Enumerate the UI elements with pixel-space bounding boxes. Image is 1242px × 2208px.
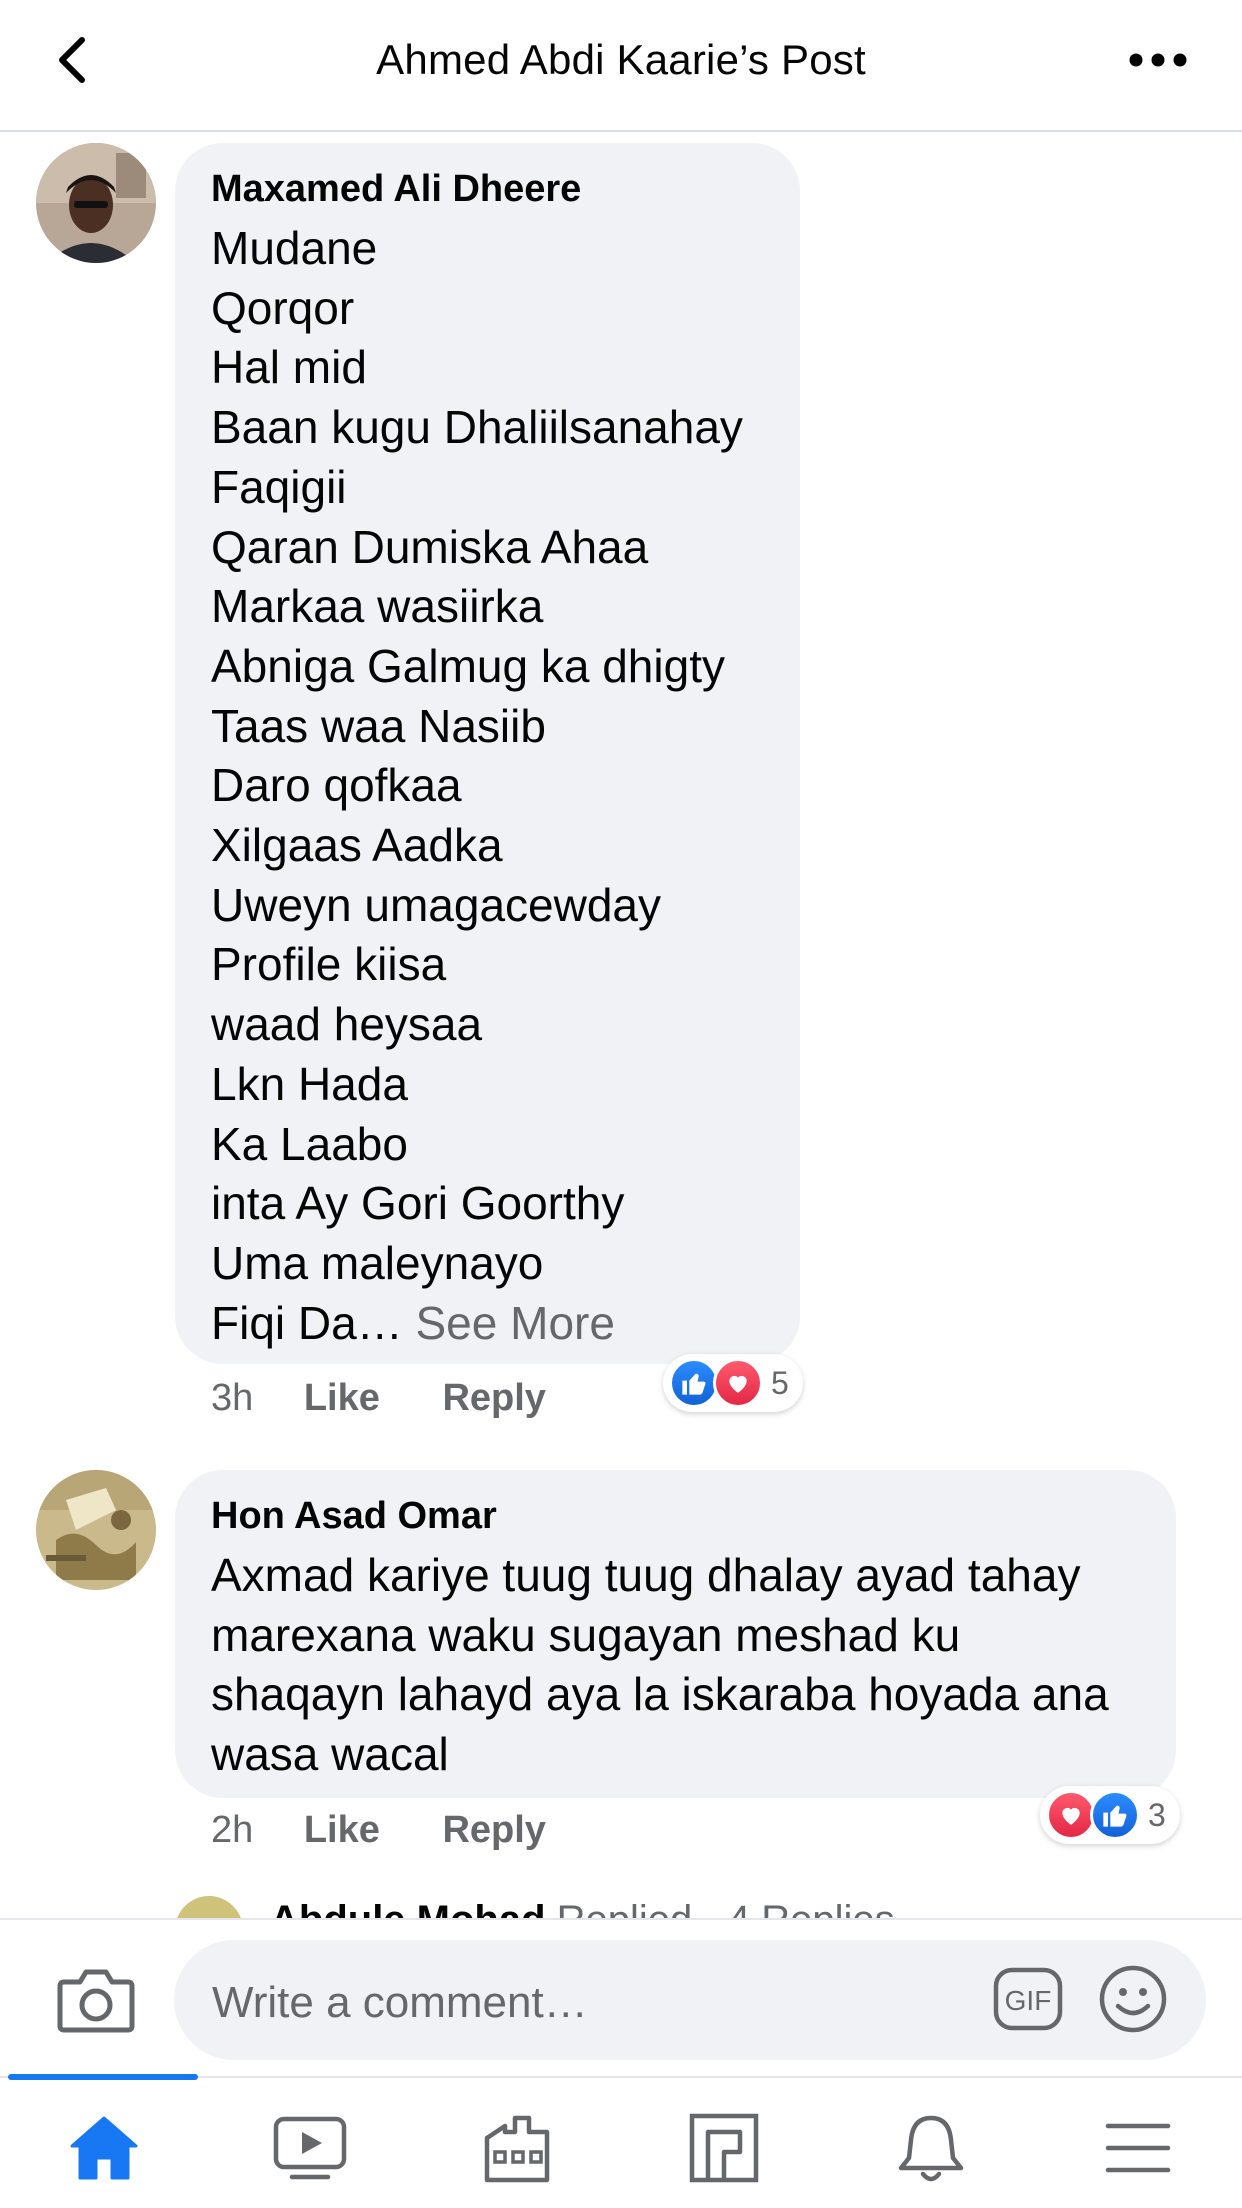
gif-label: GIF (1005, 1985, 1052, 2016)
reaction-count: 3 (1148, 1796, 1166, 1833)
emoji-button[interactable] (1098, 1964, 1168, 2034)
reply-count: Replied · 4 Replies (556, 1898, 895, 1920)
marketplace-icon (484, 2115, 550, 2183)
comment-author[interactable]: Maxamed Ali Dheere (211, 165, 764, 213)
comment-line: shaqayn lahayd aya la iskaraba hoyada an… (211, 1668, 1109, 1721)
tab-watch[interactable] (270, 2108, 350, 2188)
home-icon (70, 2116, 138, 2180)
menu-icon (1105, 2123, 1171, 2173)
avatar[interactable] (36, 1470, 156, 1590)
comment-author[interactable]: Hon Asad Omar (211, 1492, 1140, 1540)
watch-icon (273, 2116, 347, 2180)
comment-line: waad heysaa (211, 998, 483, 1051)
comment-line: Qaran Dumiska Ahaa (211, 520, 649, 573)
comment-last-line: Fiqi Da… See More (211, 1294, 764, 1354)
like-button[interactable]: Like (304, 1376, 380, 1420)
comment-line: inta Ay Gori Goorthy (211, 1177, 625, 1230)
notifications-icon (898, 2115, 964, 2182)
comment-line: Mudane (211, 222, 378, 274)
reaction-count: 5 (771, 1364, 789, 1401)
comment-line: Uweyn umagacewday (211, 878, 662, 931)
like-button[interactable]: Like (304, 1808, 380, 1852)
active-tab-indicator (8, 2074, 198, 2080)
tab-menu[interactable] (1098, 2108, 1178, 2188)
reply-author: Abdule Mohad (270, 1898, 546, 1920)
comment-meta: 2h Like Reply (211, 1808, 598, 1852)
comment-line: Uma maleynayo (211, 1236, 544, 1289)
more-horizontal-icon (1129, 53, 1187, 67)
comment-line: Hal mid (211, 341, 367, 394)
comment-timestamp: 3h (211, 1377, 254, 1419)
page-title: Ahmed Abdi Kaarie’s Post (376, 36, 866, 83)
love-reaction-icon (1046, 1790, 1096, 1840)
tab-marketplace[interactable] (477, 2108, 557, 2188)
comment-composer: Write a comment… GIF (0, 1918, 1242, 2076)
comment-line: wasa wacal (211, 1728, 449, 1781)
gif-icon: GIF (993, 1967, 1063, 2031)
comment-line: Taas waa Nasiib (211, 699, 546, 752)
reply-button[interactable]: Reply (442, 1808, 545, 1852)
see-more-link[interactable]: See More (416, 1297, 615, 1349)
tab-home[interactable] (64, 2108, 144, 2188)
comment-line: Profile kiisa (211, 938, 447, 991)
comment-bubble[interactable]: Hon Asad Omar Axmad kariye tuug tuug dha… (175, 1470, 1176, 1798)
comment-line: Axmad kariye tuug tuug dhalay ayad tahay (211, 1549, 1081, 1601)
more-options-button[interactable] (1122, 38, 1194, 82)
avatar[interactable] (36, 143, 156, 263)
comment-placeholder: Write a comment… (212, 1978, 588, 2027)
comment-line: Qorqor (211, 281, 355, 334)
comment-line: Ka Laabo (211, 1117, 408, 1170)
tab-pages[interactable] (684, 2108, 764, 2188)
tab-notifications[interactable] (891, 2108, 971, 2188)
replies-preview-text: Abdule Mohad Replied · 4 Replies (270, 1898, 895, 1920)
avatar (175, 1896, 243, 1920)
comment-meta: 3h Like Reply (211, 1376, 598, 1420)
replies-preview[interactable]: Abdule Mohad Replied · 4 Replies (0, 1880, 1242, 1920)
comment-line: Lkn Hada (211, 1057, 408, 1110)
comment-line: Daro qofkaa (211, 759, 462, 812)
comment-line: Baan kugu Dhaliilsanahay (211, 401, 743, 454)
comment-line: marexana waku sugayan meshad ku (211, 1608, 961, 1661)
reaction-summary[interactable]: 3 (1040, 1786, 1180, 1844)
reply-button[interactable]: Reply (442, 1376, 545, 1420)
like-reaction-icon (669, 1358, 719, 1408)
pages-icon (689, 2113, 759, 2183)
camera-button[interactable] (56, 1966, 136, 2034)
like-reaction-icon (1090, 1790, 1140, 1840)
love-reaction-icon (713, 1358, 763, 1408)
comment-input[interactable]: Write a comment… GIF (174, 1940, 1206, 2060)
comment-bubble[interactable]: Maxamed Ali Dheere Mudane Qorqor Hal mid… (175, 143, 800, 1364)
gif-button[interactable]: GIF (992, 1966, 1064, 2032)
comment-line: Markaa wasiirka (211, 580, 544, 633)
comment-timestamp: 2h (211, 1809, 254, 1851)
camera-icon (57, 1969, 135, 2033)
comment-line: Xilgaas Aadka (211, 819, 503, 872)
reaction-summary[interactable]: 5 (663, 1354, 803, 1412)
truncated-text: Fiqi Da… (211, 1296, 403, 1349)
comment-line: Abniga Galmug ka dhigty (211, 639, 725, 692)
bottom-tab-bar (0, 2074, 1242, 2208)
comment-line: Faqigii (211, 460, 347, 513)
smiley-icon (1099, 1965, 1167, 2033)
top-bar: Ahmed Abdi Kaarie’s Post (0, 0, 1242, 132)
